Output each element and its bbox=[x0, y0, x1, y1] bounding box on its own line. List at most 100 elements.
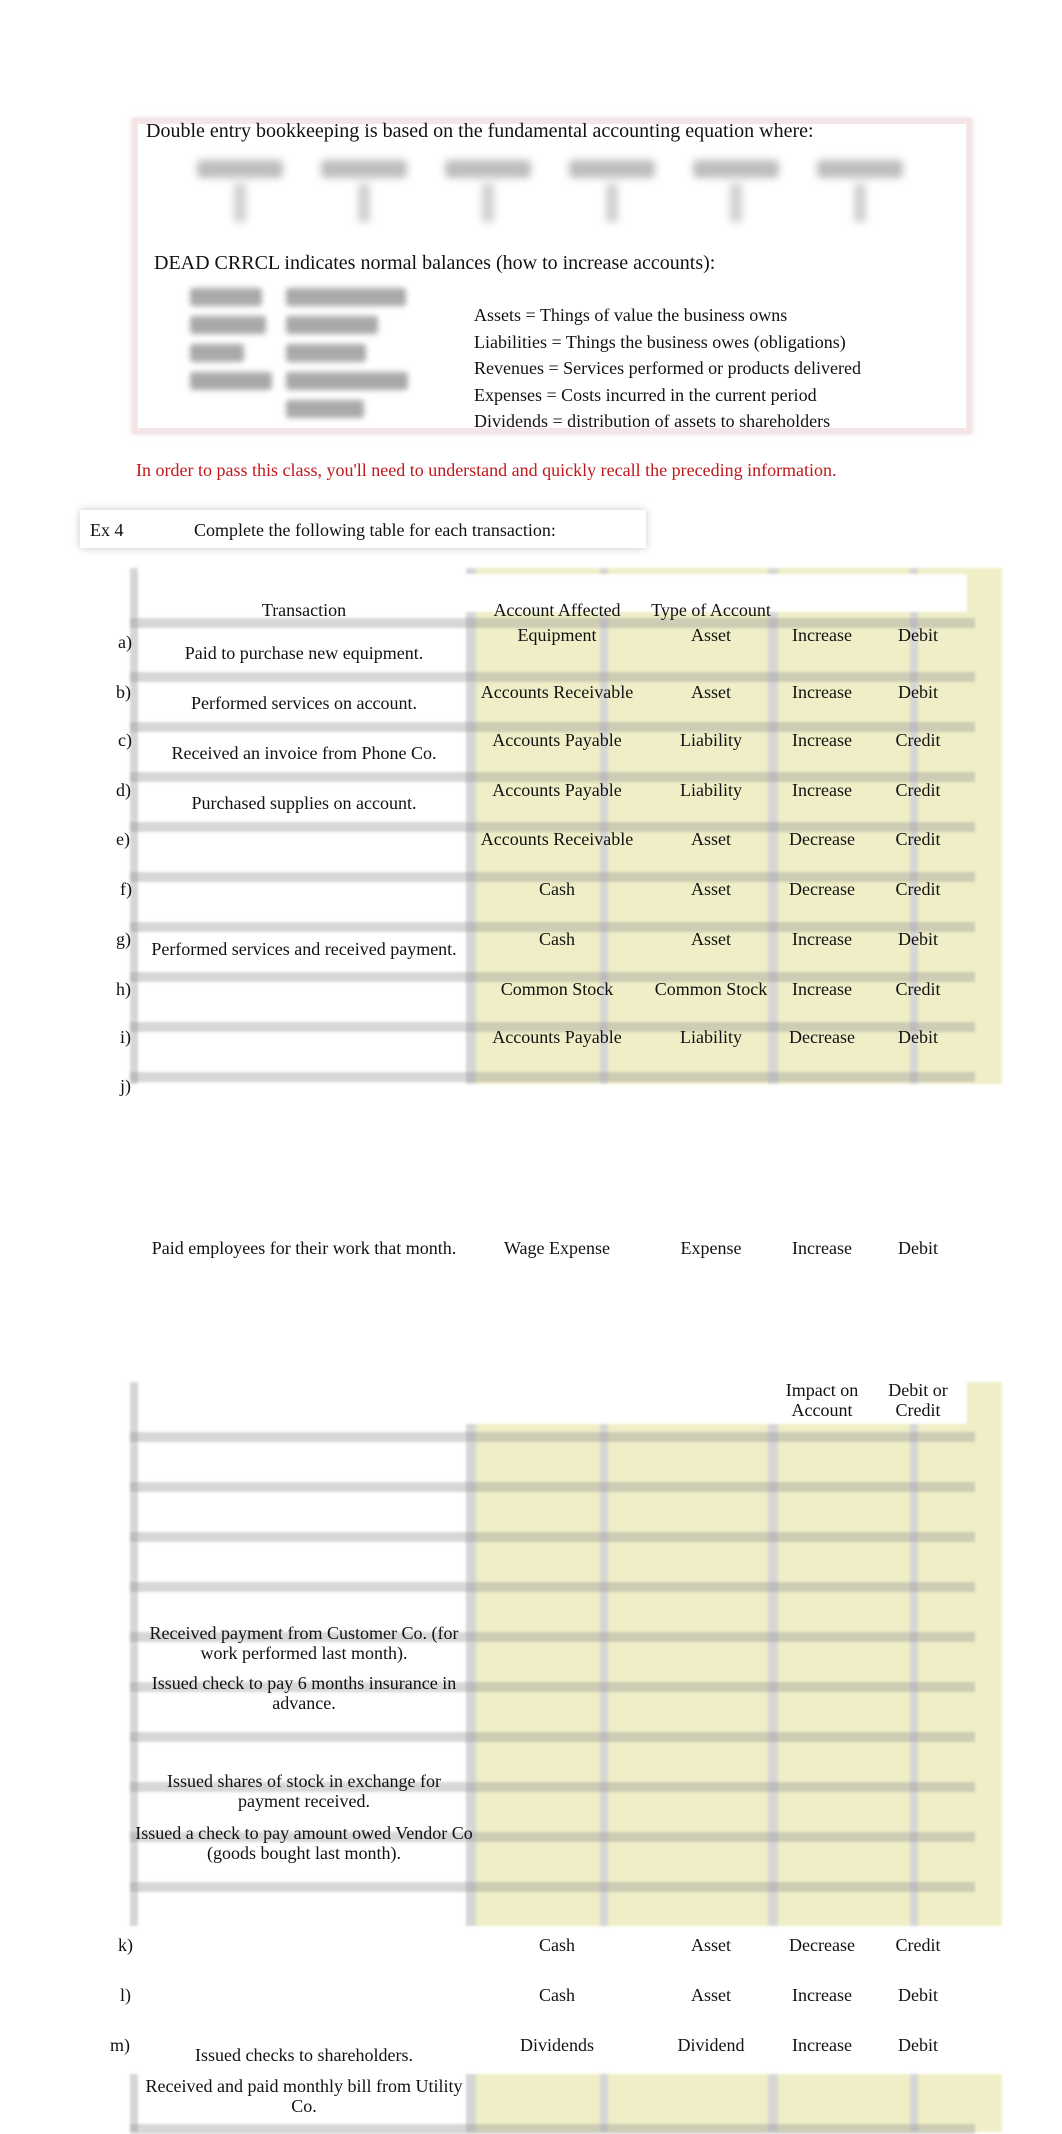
account-type: Liability bbox=[680, 780, 742, 800]
row-divider bbox=[130, 1532, 975, 1542]
account-type: Liability bbox=[680, 1027, 742, 1047]
row-letter: m) bbox=[110, 2035, 130, 2055]
row-letter: a) bbox=[118, 632, 132, 652]
account-type: Asset bbox=[691, 929, 731, 949]
definition-revenues: Revenues = Services performed or product… bbox=[474, 358, 862, 378]
mnemonic-title: DEAD CRRCL indicates normal balances (ho… bbox=[154, 252, 716, 274]
account-affected: Accounts Payable bbox=[492, 730, 622, 750]
equation-term bbox=[686, 160, 786, 230]
row-letter: e) bbox=[116, 829, 130, 849]
row-divider bbox=[130, 2124, 975, 2134]
transaction-description: Issued checks to shareholders. bbox=[195, 2045, 413, 2065]
transaction-description: Purchased supplies on account. bbox=[191, 793, 417, 813]
extra-transaction: Issued shares of stock in exchange for p… bbox=[167, 1771, 441, 1811]
account-affected: Accounts Payable bbox=[492, 1027, 622, 1047]
header-account-affected: Account Affected bbox=[493, 600, 621, 620]
row-divider bbox=[130, 1582, 975, 1592]
impact-on-account: Increase bbox=[792, 682, 852, 702]
row-letter: j) bbox=[120, 1076, 131, 1096]
row-divider bbox=[130, 1072, 975, 1082]
debit-or-credit: Debit bbox=[898, 1985, 938, 2005]
header-type-of-account: Type of Account bbox=[651, 600, 771, 620]
answer-column bbox=[608, 1382, 768, 1926]
impact-on-account: Increase bbox=[792, 780, 852, 800]
row-divider bbox=[130, 1882, 975, 1892]
extra-transaction: Issued a check to pay amount owed Vendor… bbox=[135, 1823, 473, 1863]
account-affected: Common Stock bbox=[500, 979, 614, 999]
impact-on-account: Increase bbox=[792, 2035, 852, 2055]
account-affected: Equipment bbox=[517, 625, 597, 645]
debit-or-credit: Credit bbox=[895, 979, 941, 999]
header-impact-on-account: Impact on Account bbox=[785, 1380, 859, 1420]
account-affected: Accounts Receivable bbox=[480, 829, 634, 849]
transaction-description: Received an invoice from Phone Co. bbox=[171, 743, 437, 763]
definition-liabilities: Liabilities = Things the business owes (… bbox=[474, 331, 846, 352]
debit-or-credit: Credit bbox=[895, 1935, 941, 1955]
definition-expenses: Expenses = Costs incurred in the current… bbox=[474, 384, 817, 405]
impact-on-account: Increase bbox=[792, 1238, 852, 1258]
exercise-label: Ex 4 bbox=[90, 520, 124, 540]
answer-column bbox=[918, 1382, 1002, 1926]
impact-on-account: Increase bbox=[792, 979, 852, 999]
row-letter: k) bbox=[118, 1935, 133, 1955]
equation-term bbox=[190, 160, 290, 230]
account-type: Asset bbox=[691, 1985, 731, 2005]
equation-intro-text: Double entry bookkeeping is based on the… bbox=[146, 120, 814, 142]
impact-on-account: Decrease bbox=[789, 829, 855, 849]
equation-terms-obscured bbox=[190, 160, 910, 230]
account-type: Asset bbox=[691, 625, 731, 645]
equation-term bbox=[562, 160, 662, 230]
row-letter: g) bbox=[116, 929, 131, 949]
row-letter: h) bbox=[116, 979, 131, 999]
account-type: Asset bbox=[691, 829, 731, 849]
account-type: Asset bbox=[691, 682, 731, 702]
debit-or-credit: Debit bbox=[898, 682, 938, 702]
header-debit-or-credit: Debit or Credit bbox=[888, 1380, 948, 1420]
header-transaction: Transaction bbox=[261, 600, 347, 620]
account-type: Dividend bbox=[677, 2035, 745, 2055]
row-letter: c) bbox=[118, 730, 132, 750]
impact-on-account: Increase bbox=[792, 929, 852, 949]
row-divider bbox=[130, 672, 975, 682]
account-type: Liability bbox=[680, 730, 742, 750]
impact-on-account: Decrease bbox=[789, 879, 855, 899]
debit-or-credit: Credit bbox=[895, 879, 941, 899]
answer-column bbox=[476, 1382, 600, 1926]
answer-column bbox=[778, 1382, 910, 1926]
equation-term bbox=[314, 160, 414, 230]
account-affected: Cash bbox=[539, 1935, 575, 1955]
extra-transaction: Received payment from Customer Co. (for … bbox=[149, 1623, 459, 1663]
exercise-instruction: Complete the following table for each tr… bbox=[194, 520, 556, 540]
transaction-description: Paid to purchase new equipment. bbox=[184, 643, 424, 663]
debit-or-credit: Debit bbox=[898, 929, 938, 949]
account-type: Asset bbox=[691, 1935, 731, 1955]
debit-or-credit: Debit bbox=[898, 625, 938, 645]
impact-on-account: Increase bbox=[792, 625, 852, 645]
row-letter: b) bbox=[116, 682, 131, 702]
debit-or-credit: Debit bbox=[898, 2035, 938, 2055]
debit-or-credit: Credit bbox=[895, 780, 941, 800]
impact-on-account: Decrease bbox=[789, 1027, 855, 1047]
account-affected: Cash bbox=[539, 1985, 575, 2005]
equation-term bbox=[438, 160, 538, 230]
debit-or-credit: Debit bbox=[898, 1027, 938, 1047]
account-affected: Wage Expense bbox=[503, 1238, 610, 1258]
account-definitions: Assets = Things of value the business ow… bbox=[474, 302, 861, 435]
extra-transaction: Issued check to pay 6 months insurance i… bbox=[151, 1673, 457, 1713]
definition-assets: Assets = Things of value the business ow… bbox=[474, 305, 788, 325]
equation-term bbox=[810, 160, 910, 230]
account-type: Asset bbox=[691, 879, 731, 899]
row-divider bbox=[130, 1732, 975, 1742]
warning-text: In order to pass this class, you'll need… bbox=[136, 460, 837, 480]
impact-on-account: Increase bbox=[792, 1985, 852, 2005]
row-divider bbox=[130, 1482, 975, 1492]
extra-transaction: Received and paid monthly bill from Util… bbox=[145, 2076, 463, 2116]
account-type: Common Stock bbox=[654, 979, 768, 999]
transaction-description: Performed services and received payment. bbox=[151, 939, 457, 959]
debit-or-credit: Credit bbox=[895, 730, 941, 750]
impact-on-account: Decrease bbox=[789, 1935, 855, 1955]
account-type: Expense bbox=[680, 1238, 742, 1258]
row-letter: l) bbox=[120, 1985, 131, 2005]
mnemonic-chart-obscured bbox=[186, 288, 416, 430]
account-affected: Accounts Payable bbox=[492, 780, 622, 800]
